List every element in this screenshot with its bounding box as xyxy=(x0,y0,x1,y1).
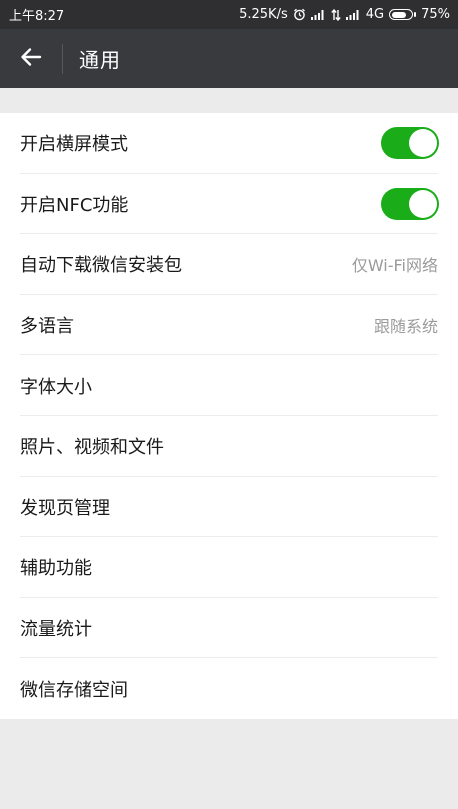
settings-row[interactable]: 自动下载微信安装包 仅Wi-Fi网络 xyxy=(0,234,458,295)
status-indicators: 5.25K/s 4G 75% xyxy=(239,7,450,22)
status-bar: 上午8:27 5.25K/s 4G 75% xyxy=(0,0,458,29)
arrow-left-icon xyxy=(20,47,42,71)
settings-row-label: 字体大小 xyxy=(20,376,92,398)
settings-row-label: 开启横屏模式 xyxy=(20,134,128,156)
data-transfer-icon xyxy=(331,8,341,21)
settings-row-label: 流量统计 xyxy=(20,619,92,641)
settings-row-value: 仅Wi-Fi网络 xyxy=(351,256,438,276)
network-type: 4G xyxy=(365,7,385,22)
toggle-knob xyxy=(409,129,437,158)
status-time: 上午8:27 xyxy=(9,9,65,24)
toggle-switch[interactable] xyxy=(381,187,439,220)
network-speed: 5.25K/s xyxy=(239,7,288,22)
settings-row[interactable]: 多语言 跟随系统 xyxy=(0,295,458,356)
settings-row-label: 照片、视频和文件 xyxy=(20,437,164,459)
back-button[interactable] xyxy=(0,29,62,88)
signal-icon xyxy=(310,9,326,20)
settings-row-label: 微信存储空间 xyxy=(20,679,128,701)
settings-row[interactable]: 辅助功能 xyxy=(0,537,458,598)
title-divider xyxy=(62,43,63,74)
signal-icon xyxy=(345,9,361,20)
settings-row-label: 辅助功能 xyxy=(20,558,92,580)
settings-row-label: 开启NFC功能 xyxy=(20,194,129,216)
battery-percent: 75% xyxy=(421,7,450,22)
settings-row-label: 多语言 xyxy=(20,316,74,338)
battery-icon xyxy=(389,9,417,20)
title-bar: 通用 xyxy=(0,29,458,88)
settings-row[interactable]: 流量统计 xyxy=(0,598,458,659)
settings-row-label: 发现页管理 xyxy=(20,497,110,519)
settings-list: 开启横屏模式 开启NFC功能自动下载微信安装包 仅Wi-Fi网络多语言 跟随系统字体大… xyxy=(0,113,458,719)
settings-row[interactable]: 发现页管理 xyxy=(0,477,458,538)
settings-row[interactable]: 开启NFC功能 xyxy=(0,174,458,235)
toggle-switch[interactable] xyxy=(381,127,439,160)
settings-row-value: 跟随系统 xyxy=(373,317,438,337)
settings-row[interactable]: 字体大小 xyxy=(0,355,458,416)
settings-row[interactable]: 开启横屏模式 xyxy=(0,113,458,174)
settings-row[interactable]: 照片、视频和文件 xyxy=(0,416,458,477)
page-title: 通用 xyxy=(79,48,121,72)
toggle-knob xyxy=(409,189,437,218)
settings-row-label: 自动下载微信安装包 xyxy=(20,255,182,277)
settings-row[interactable]: 微信存储空间 xyxy=(0,658,458,719)
alarm-icon xyxy=(293,8,306,21)
